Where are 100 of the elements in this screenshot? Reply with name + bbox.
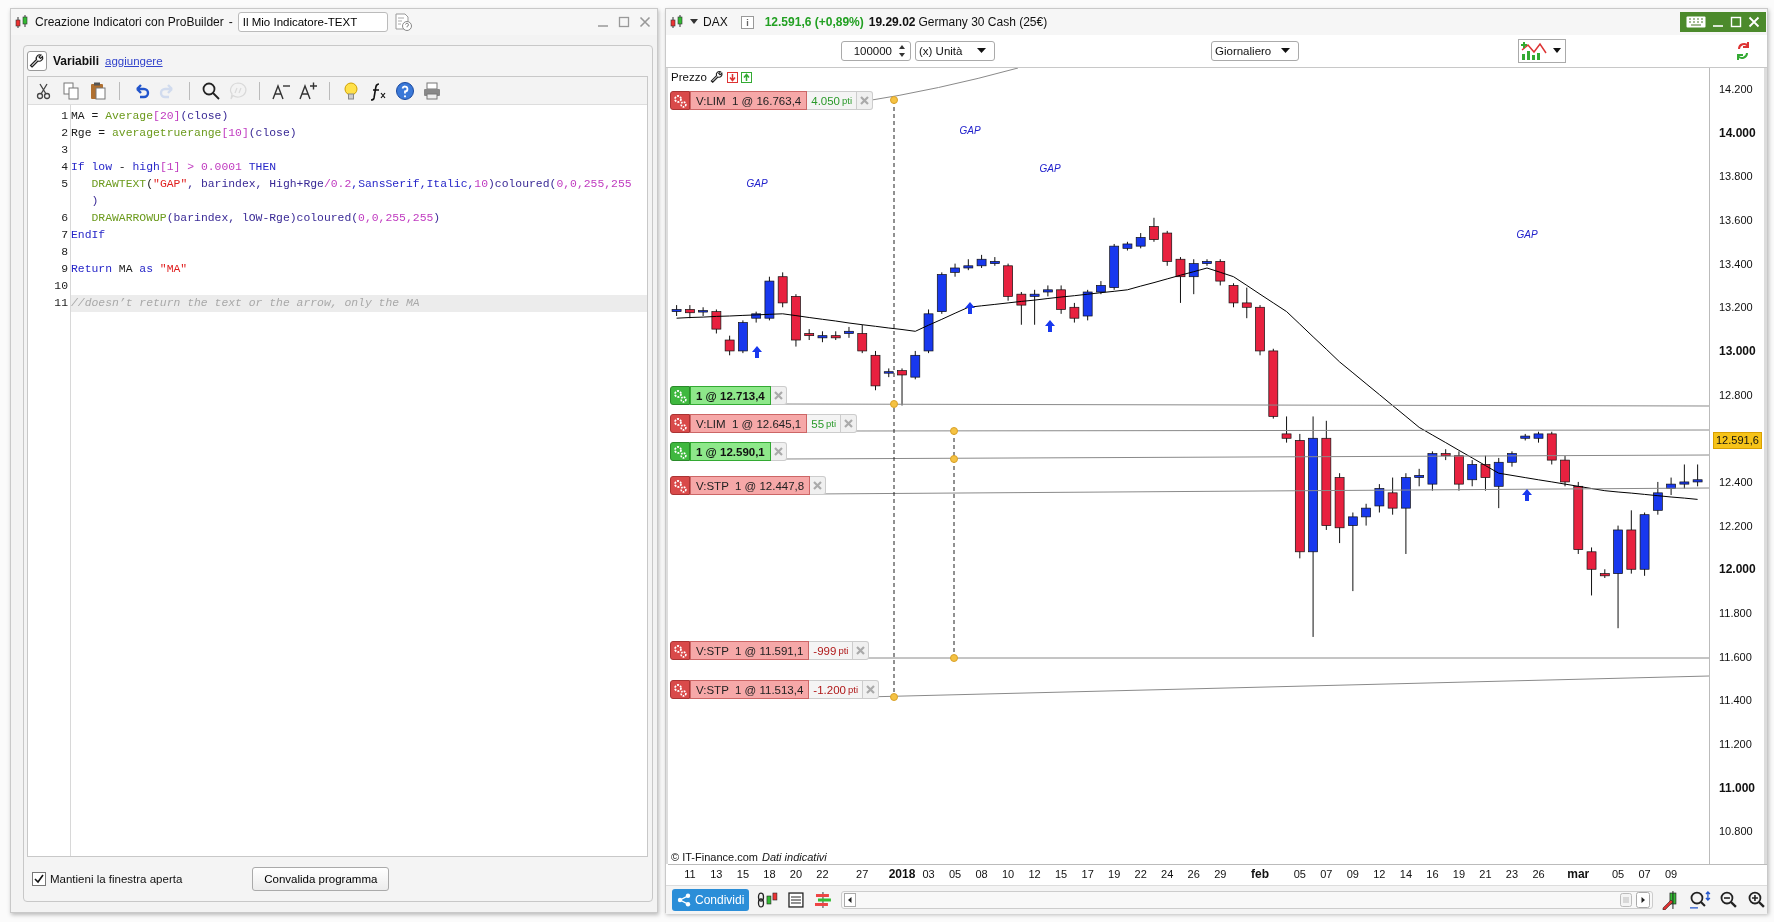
candlestick-icon <box>14 14 30 30</box>
cancel-order-button[interactable] <box>841 414 858 433</box>
order-label[interactable]: V:LIM 1 @ 12.645,1 <box>690 414 808 433</box>
caret-icon[interactable] <box>690 19 698 25</box>
candlestick <box>923 308 934 354</box>
anchor-dot[interactable] <box>890 400 898 408</box>
help-document-icon[interactable] <box>392 12 413 32</box>
candlestick-icon[interactable] <box>669 14 685 30</box>
last-price-tag: 12.591,6 <box>1713 432 1762 450</box>
points-label: 55 pti <box>807 414 842 433</box>
candlestick <box>1096 280 1106 295</box>
axis-label: 19 <box>1108 868 1121 880</box>
price-change: 12.591,6 (+0,89%) <box>764 15 864 29</box>
order-label[interactable]: 1 @ 12.713,4 <box>690 386 771 405</box>
order-label[interactable]: V:STP 1 @ 11.513,4 <box>690 680 810 699</box>
maximize-icon[interactable] <box>618 16 630 28</box>
print-icon <box>422 80 442 101</box>
anchor-dot[interactable] <box>950 654 958 662</box>
chart-type-button[interactable] <box>1518 39 1566 63</box>
order-settings-button[interactable] <box>670 476 690 495</box>
points-label: -999 pti <box>809 641 854 660</box>
axis-label: 08 <box>975 868 988 880</box>
add-link[interactable]: aggiungere <box>105 55 163 67</box>
period-dropdown[interactable]: Giornaliero <box>1211 41 1299 61</box>
up-arrow-icon <box>965 302 975 314</box>
order-label[interactable]: 1 @ 12.590,1 <box>690 442 771 461</box>
candlestick <box>1679 463 1690 489</box>
order-settings-button[interactable] <box>670 91 690 110</box>
candlestick <box>1387 477 1398 516</box>
anchor-dot[interactable] <box>890 96 898 104</box>
order-label[interactable]: V:STP 1 @ 11.591,1 <box>690 641 810 660</box>
wrench-icon[interactable] <box>709 70 724 84</box>
axis-label: 21 <box>1479 868 1492 880</box>
order-settings-button[interactable] <box>670 442 690 461</box>
candlestick <box>791 293 801 348</box>
share-button[interactable]: Condividi <box>672 889 750 911</box>
cancel-order-button[interactable] <box>810 476 827 495</box>
order-label[interactable]: V:STP 1 @ 12.447,8 <box>690 476 811 495</box>
zoom-in-icon[interactable] <box>1747 890 1767 910</box>
indicator-name-field[interactable]: Il Mio Indicatore-TEXT <box>237 12 388 32</box>
validate-button[interactable]: Convalida programma <box>252 867 390 891</box>
cancel-order-button[interactable] <box>857 91 874 110</box>
instrument-name[interactable]: DAX <box>703 15 728 29</box>
axis-label: 2018 <box>888 867 916 881</box>
list-icon[interactable] <box>787 891 806 909</box>
line-number: 7 <box>60 228 69 243</box>
bars-icon[interactable] <box>813 891 834 909</box>
axis-label: 10.800 <box>1718 824 1753 840</box>
keep-open-label: Mantieni la finestra aperta <box>50 873 183 885</box>
order-settings-button[interactable] <box>670 386 690 405</box>
anchor-dot[interactable] <box>950 427 958 435</box>
line-number: 8 <box>60 245 69 260</box>
axis-label: 13.000 <box>1718 342 1756 359</box>
scroll-thumb-icon[interactable] <box>1620 893 1633 907</box>
line-number: 9 <box>60 262 69 277</box>
horizontal-scrollbar[interactable] <box>841 891 1654 909</box>
unit-dropdown[interactable]: (x) Unità <box>915 41 995 61</box>
candlestick <box>1334 472 1345 544</box>
axis-label: 09 <box>1664 868 1678 880</box>
code-line: EndIf <box>71 228 107 243</box>
candlestick <box>857 324 868 354</box>
axis-label: 18 <box>763 868 776 880</box>
axis-label: 11.800 <box>1718 605 1752 621</box>
keep-open-checkbox[interactable] <box>32 872 46 886</box>
gap-label: GAP <box>1516 229 1538 240</box>
axis-label: 27 <box>856 868 869 880</box>
candlestick <box>1493 457 1504 509</box>
info-icon[interactable] <box>740 15 754 29</box>
move-down-icon[interactable] <box>726 71 738 83</box>
candlestick <box>1162 230 1173 267</box>
candlestick <box>1215 258 1226 286</box>
close-icon[interactable] <box>639 16 651 28</box>
candlestick <box>751 311 761 324</box>
copy-icon <box>61 80 81 101</box>
candlestick <box>1016 291 1027 326</box>
scroll-right-icon[interactable] <box>1636 892 1651 908</box>
anchor-dot[interactable] <box>890 693 898 701</box>
axis-label: 12.200 <box>1718 518 1753 534</box>
scroll-left-icon[interactable] <box>844 893 857 907</box>
linked-candles-icon[interactable] <box>757 890 780 910</box>
candlestick <box>764 276 775 321</box>
zoom-fit-icon[interactable] <box>1689 890 1712 910</box>
candlestick <box>1586 546 1597 596</box>
spinner-arrows-icon[interactable] <box>898 44 906 58</box>
order-settings-button[interactable] <box>670 680 690 699</box>
quantity-field[interactable]: 100000 <box>841 41 911 61</box>
order-label[interactable]: V:LIM 1 @ 16.763,4 <box>690 91 808 110</box>
order-settings-button[interactable] <box>670 414 690 433</box>
candlestick <box>1626 509 1637 575</box>
candlestick <box>976 254 987 269</box>
variables-button[interactable] <box>27 51 47 71</box>
copyright-text: © IT-Finance.com <box>671 851 758 863</box>
candlestick <box>1546 431 1557 465</box>
refresh-arrows-icon[interactable] <box>1734 40 1752 62</box>
order-settings-button[interactable] <box>670 641 690 660</box>
axis-label: 15 <box>736 868 749 880</box>
move-up-icon[interactable] <box>740 71 752 83</box>
cancel-order-button[interactable] <box>853 641 870 660</box>
axis-label: feb <box>1251 867 1270 881</box>
anchor-dot[interactable] <box>950 455 958 463</box>
